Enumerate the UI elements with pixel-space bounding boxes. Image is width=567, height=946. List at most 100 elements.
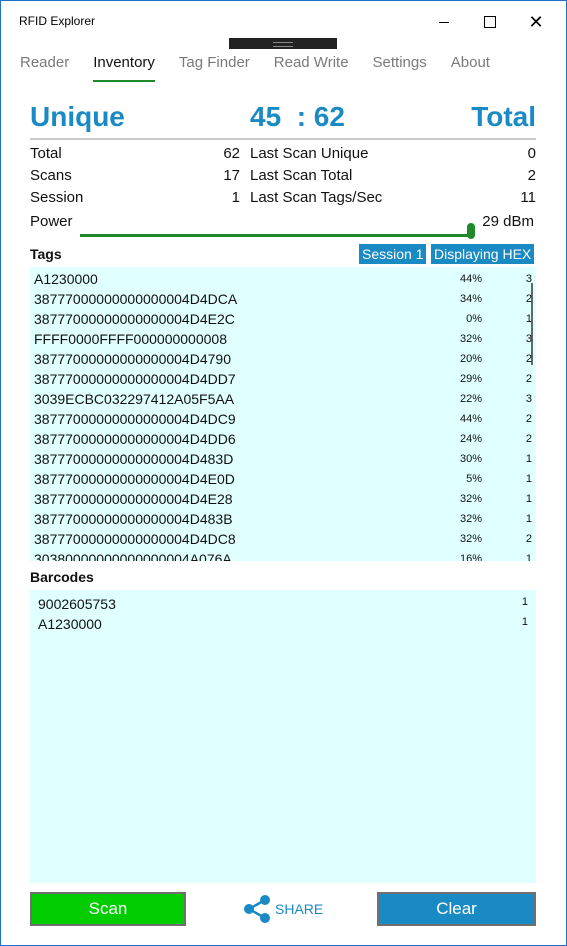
power-label: Power (30, 213, 73, 230)
unique-total-count: 45 : 62 (250, 101, 345, 132)
display-format-toggle[interactable]: Displaying HEX (431, 244, 535, 264)
tag-row[interactable]: 38777000000000000004D483D 30% 1 (30, 449, 536, 469)
tag-row[interactable]: 38777000000000000004D4790 20% 2 (30, 349, 536, 369)
power-slider-thumb[interactable] (467, 223, 475, 239)
stat-value: 11 (520, 189, 536, 206)
tag-read-count: 1 (525, 513, 532, 525)
clear-button[interactable]: Clear (377, 892, 536, 926)
tab-label: Read Write (273, 54, 349, 71)
tab-reader[interactable]: Reader (20, 53, 69, 83)
tag-row[interactable]: 38777000000000000004D4DC8 32% 2 (30, 529, 536, 549)
tag-row[interactable]: 3039ECBC032297412A05F5AA 22% 3 (30, 389, 536, 409)
tag-read-percent: 5% (466, 473, 482, 485)
stat-row: Total 62 Last Scan Unique 0 (30, 145, 536, 167)
tag-row[interactable]: 38777000000000000004D4E2C 0% 1 (30, 309, 536, 329)
total-label: Total (471, 101, 536, 132)
tag-read-count: 2 (525, 293, 532, 305)
tag-epc: 38777000000000000004D483D (34, 451, 234, 467)
tag-row[interactable]: 38777000000000000004D4DD7 29% 2 (30, 369, 536, 389)
tag-read-percent: 24% (459, 433, 482, 445)
tag-read-count: 3 (525, 273, 532, 285)
share-button[interactable]: SHARE (241, 894, 323, 924)
session-badge[interactable]: Session 1 (359, 244, 427, 264)
scan-button[interactable]: Scan (30, 892, 186, 926)
power-slider[interactable] (80, 234, 472, 237)
maximize-icon (484, 16, 496, 28)
app-window: RFID Explorer ✕ Reader Inventory Tag Fin… (0, 0, 567, 946)
tag-epc: A1230000 (34, 271, 98, 287)
tab-label: Tag Finder (178, 54, 250, 71)
close-button[interactable]: ✕ (513, 7, 559, 37)
tag-read-percent: 32% (459, 533, 482, 545)
tag-epc: 38777000000000000004D4E0D (34, 471, 235, 487)
stat-label: Last Scan Tags/Sec (250, 189, 383, 206)
tag-row[interactable]: 38777000000000000004D4DCA 34% 2 (30, 289, 536, 309)
inventory-summary: Unique 45 : 62 Total (30, 99, 536, 137)
tag-read-percent: 32% (459, 513, 482, 525)
tag-read-count: 1 (525, 553, 532, 561)
share-icon (244, 895, 270, 923)
tag-row[interactable]: 38777000000000000004D4E28 32% 1 (30, 489, 536, 509)
stat-label: Last Scan Unique (250, 145, 369, 162)
tag-epc: 38777000000000000004D4E2C (34, 311, 235, 327)
barcode-value: 9002605753 (38, 596, 116, 612)
tag-epc: FFFF0000FFFF000000000008 (34, 331, 227, 347)
maximize-button[interactable] (467, 7, 513, 37)
barcode-count: 1 (521, 616, 528, 628)
barcodes-list[interactable]: 9002605753 1 A1230000 1 (30, 590, 536, 883)
minimize-icon (439, 21, 449, 23)
tags-list[interactable]: A1230000 44% 3 38777000000000000004D4DCA 34%… (30, 267, 536, 561)
tab-inventory[interactable]: Inventory (93, 53, 155, 83)
tab-about[interactable]: About (451, 53, 490, 83)
tab-settings[interactable]: Settings (373, 53, 427, 83)
tag-epc: 30380000000000000004A076A (34, 551, 232, 561)
tag-epc: 38777000000000000004D4DC9 (34, 411, 236, 427)
tag-row[interactable]: 30380000000000000004A076A 16% 1 (30, 549, 536, 561)
share-label: SHARE (275, 901, 324, 917)
stat-value: 2 (527, 167, 536, 184)
tag-read-percent: 44% (459, 273, 482, 285)
tab-read-write[interactable]: Read Write (274, 53, 349, 83)
tag-row[interactable]: FFFF0000FFFF000000000008 32% 3 (30, 329, 536, 349)
minimize-button[interactable] (421, 7, 467, 37)
tag-read-percent: 29% (459, 373, 482, 385)
stat-value: 62 (223, 145, 240, 162)
stat-value: 0 (527, 145, 536, 162)
stat-value: 17 (223, 167, 240, 184)
tag-read-count: 1 (525, 473, 532, 485)
tag-epc: 38777000000000000004D483B (34, 511, 233, 527)
stat-value: 1 (231, 189, 240, 206)
tag-row[interactable]: 38777000000000000004D4E0D 5% 1 (30, 469, 536, 489)
tag-read-count: 2 (525, 413, 532, 425)
tag-epc: 38777000000000000004D4DCA (34, 291, 238, 307)
tab-label: Reader (20, 54, 70, 71)
tag-row[interactable]: A1230000 44% 3 (30, 269, 536, 289)
tag-read-percent: 34% (459, 293, 482, 305)
barcode-row[interactable]: 9002605753 1 (30, 592, 536, 612)
active-tab-indicator (93, 80, 155, 82)
clear-button-label: Clear (436, 899, 477, 918)
tag-epc: 38777000000000000004D4DD6 (34, 431, 236, 447)
tag-row[interactable]: 38777000000000000004D4DC9 44% 2 (30, 409, 536, 429)
tab-tag-finder[interactable]: Tag Finder (179, 53, 250, 83)
stat-row: Session 1 Last Scan Tags/Sec 11 (30, 189, 536, 211)
stat-label: Last Scan Total (250, 167, 353, 184)
window-title: RFID Explorer (19, 14, 96, 28)
tag-read-percent: 0% (466, 313, 482, 325)
tag-row[interactable]: 38777000000000000004D4DD6 24% 2 (30, 429, 536, 449)
tag-read-count: 1 (525, 453, 532, 465)
tag-read-percent: 20% (459, 353, 482, 365)
tag-read-count: 2 (525, 433, 532, 445)
drag-handle[interactable] (229, 38, 337, 49)
barcode-value: A1230000 (38, 616, 102, 632)
stat-label: Total (30, 145, 62, 162)
barcode-row[interactable]: A1230000 1 (30, 612, 536, 632)
tab-label: Inventory (93, 54, 155, 71)
tag-row[interactable]: 38777000000000000004D483B 32% 1 (30, 509, 536, 529)
tag-read-count: 3 (525, 393, 532, 405)
tag-read-count: 2 (525, 353, 532, 365)
tag-epc: 3039ECBC032297412A05F5AA (34, 391, 235, 407)
divider (30, 138, 536, 140)
tag-read-count: 2 (525, 373, 532, 385)
unique-label: Unique (30, 101, 125, 132)
